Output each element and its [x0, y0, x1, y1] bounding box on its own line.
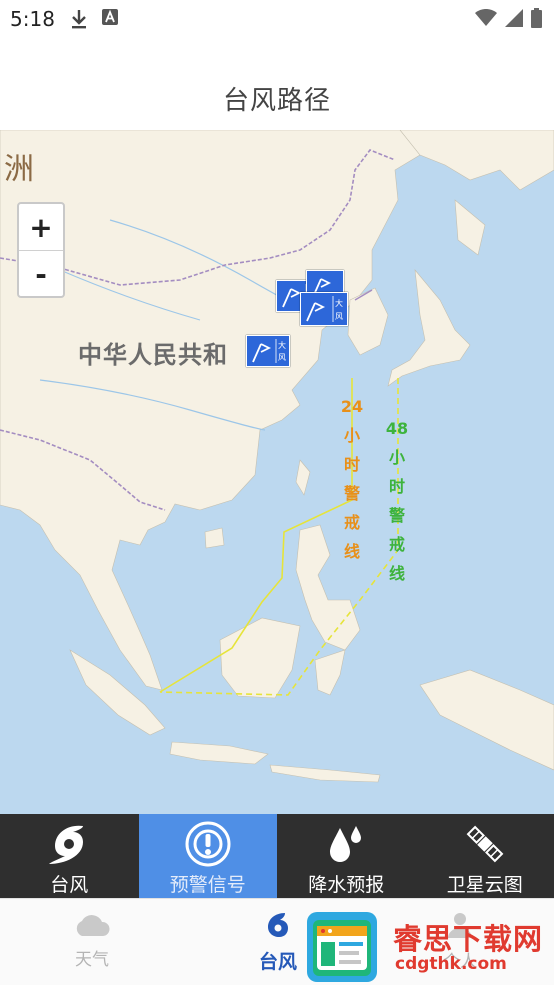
- svg-text:风: 风: [335, 312, 343, 321]
- map-label-country: 中华人民共和: [78, 335, 228, 370]
- svg-text:风: 风: [278, 353, 286, 362]
- satellite-icon: [462, 820, 508, 868]
- tab-label: 卫星云图: [447, 870, 523, 897]
- nav-typhoon-label: 台风: [259, 947, 297, 974]
- title-bar: 台风路径: [0, 40, 554, 130]
- typhoon-icon: [47, 820, 91, 868]
- download-icon: [70, 9, 88, 33]
- map-label-continent: 洲: [4, 144, 34, 188]
- nav-weather-label: 天气: [75, 945, 109, 970]
- tab-label: 台风: [50, 870, 88, 897]
- site-watermark: 睿思下载网 cdgthk.com: [305, 908, 554, 984]
- tab-satellite[interactable]: 卫星云图: [416, 814, 554, 898]
- tab-label: 预警信号: [170, 870, 246, 897]
- gale-warning-marker[interactable]: 大 风: [246, 335, 290, 367]
- tab-label: 降水预报: [308, 870, 384, 897]
- battery-icon: [531, 8, 542, 32]
- tab-alert-signal[interactable]: 预警信号: [139, 814, 278, 898]
- zoom-control: + -: [17, 202, 65, 298]
- signal-icon: [505, 9, 523, 31]
- gale-warning-marker[interactable]: 大 风: [300, 292, 348, 326]
- tab-precipitation[interactable]: 降水预报: [277, 814, 416, 898]
- svg-text:大: 大: [278, 340, 286, 350]
- nav-weather[interactable]: 天气: [22, 899, 162, 985]
- zoom-in-button[interactable]: +: [19, 204, 63, 251]
- wifi-icon: [475, 9, 497, 31]
- page-title: 台风路径: [0, 80, 554, 117]
- typhoon-swirl-icon: [265, 911, 291, 943]
- typhoon-map[interactable]: 洲 中华人民共和 + - 24 小 时 警 戒 线 48 小 时 警 戒 线 大…: [0, 130, 554, 814]
- zoom-out-button[interactable]: -: [19, 251, 63, 297]
- warning-label-24h: 24 小 时 警 戒 线: [340, 392, 364, 566]
- watermark-logo: [305, 910, 383, 984]
- status-bar: 5:18: [0, 0, 554, 40]
- basemap: [0, 130, 554, 814]
- tab-typhoon[interactable]: 台风: [0, 814, 139, 898]
- category-tab-bar: 台风 预警信号 降水预报 卫星云图: [0, 814, 554, 898]
- raindrop-icon: [326, 820, 366, 868]
- cloud-icon: [73, 913, 111, 941]
- status-time: 5:18: [10, 7, 55, 31]
- alert-signal-icon: [184, 820, 232, 868]
- watermark-url: cdgthk.com: [395, 954, 507, 974]
- svg-text:大: 大: [335, 298, 343, 308]
- watermark-name: 睿思下载网: [393, 916, 543, 958]
- a-notification-icon: [102, 9, 118, 33]
- warning-label-48h: 48 小 时 警 戒 线: [385, 414, 409, 588]
